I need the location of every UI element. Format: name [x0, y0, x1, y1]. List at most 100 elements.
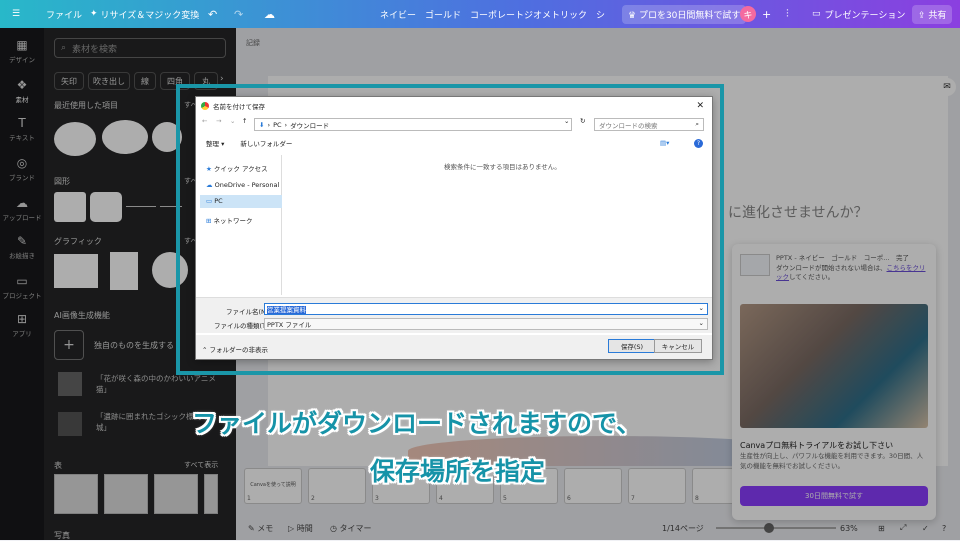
speech-bubble-shape[interactable]	[102, 120, 148, 154]
rail-text[interactable]: T テキスト	[0, 116, 44, 142]
nav-network[interactable]: ⊞ ネットワーク	[206, 215, 253, 225]
resize-label: リサイズ＆マジック変換	[100, 10, 200, 21]
table-template[interactable]	[204, 474, 218, 514]
square-shape[interactable]	[54, 192, 86, 222]
redo-icon[interactable]: ↷	[234, 0, 243, 28]
help-icon[interactable]: ?	[942, 524, 946, 533]
recent-dropdown-icon[interactable]: ⌄	[230, 117, 235, 125]
shapes-heading: 図形	[54, 177, 70, 186]
refresh-icon[interactable]: ↻	[580, 117, 585, 125]
comment-icon[interactable]: ✉	[938, 78, 956, 96]
zoom-level[interactable]: 63%	[840, 524, 858, 533]
memo-icon: ✎	[248, 523, 258, 533]
filetype-select[interactable]: PPTX ファイル ⌄	[264, 318, 708, 330]
graphics-heading: グラフィック	[54, 237, 102, 246]
breadcrumb-folder[interactable]: ダウンロード	[290, 120, 329, 130]
cloud-graphic[interactable]	[152, 252, 188, 288]
promo-headline: Canvaプロ無料トライアルをお試し下さい	[740, 441, 894, 450]
close-icon[interactable]: ✕	[696, 101, 704, 111]
slide-thumb-2[interactable]: 2	[308, 468, 366, 504]
filename-value[interactable]: 営業提案資料	[267, 306, 306, 314]
rounded-square-shape[interactable]	[90, 192, 122, 222]
share-button[interactable]: ⇪ 共有	[912, 0, 953, 28]
rail-design[interactable]: ▦ デザイン	[0, 38, 44, 64]
resize-button[interactable]: ✦ リサイズ＆マジック変換	[90, 0, 199, 28]
help-icon[interactable]: ?	[694, 138, 703, 148]
nav-quick-access[interactable]: ★ クイック アクセス	[206, 163, 268, 173]
tag-square[interactable]: 四角	[160, 72, 190, 90]
save-button[interactable]: 保存(S)	[608, 339, 656, 353]
new-folder-button[interactable]: 新しいフォルダー	[240, 138, 292, 148]
speech-bubble-shape[interactable]	[54, 122, 96, 156]
cloud-icon[interactable]: ☁	[264, 0, 275, 28]
rail-brand[interactable]: ◎ ブランド	[0, 156, 44, 182]
zoom-slider-knob[interactable]	[764, 523, 774, 533]
cta-text: に進化させませんか？	[728, 205, 868, 221]
line-shape[interactable]	[126, 206, 156, 207]
tag-speech[interactable]: 吹き出し	[88, 72, 130, 90]
chevron-up-icon: ⌃	[202, 346, 210, 354]
nav-pc[interactable]: ▭ PC	[200, 195, 282, 208]
trial-button[interactable]: ♛ プロを30日間無料で試す	[622, 0, 747, 28]
organize-button[interactable]: 整理 ▾	[206, 138, 224, 148]
nav-onedrive[interactable]: ☁ OneDrive - Personal	[206, 181, 279, 189]
ai-item-1[interactable]: 「花が咲く森の中のかわいいアニメ猫」	[96, 374, 216, 395]
menu-icon[interactable]: ☰	[12, 0, 20, 28]
forward-icon[interactable]: →	[216, 117, 221, 125]
table-see-all[interactable]: すべて表示	[184, 460, 218, 470]
up-icon[interactable]: ↑	[242, 117, 247, 125]
trial-cta-button[interactable]: 30日間無料で試す	[740, 486, 928, 506]
arrow-shape[interactable]	[160, 206, 182, 207]
hide-folders-toggle[interactable]: ⌃ フォルダーの非表示	[202, 344, 268, 354]
analytics-icon[interactable]: ⫶	[786, 0, 789, 28]
zoom-slider[interactable]	[716, 523, 836, 533]
tag-line[interactable]: 線	[134, 72, 156, 90]
search-input[interactable]: 素材を検索	[72, 42, 117, 55]
table-template[interactable]	[154, 474, 198, 514]
tags-next-icon[interactable]: ›	[220, 74, 224, 84]
speech-graphic[interactable]	[54, 254, 98, 288]
timer-button[interactable]: ◷ タイマー	[330, 523, 372, 534]
table-template[interactable]	[104, 474, 148, 514]
rail-apps[interactable]: ⊞ アプリ	[0, 312, 44, 338]
time-button[interactable]: ▷ 時間	[288, 523, 313, 534]
breadcrumb-pc[interactable]: PC	[273, 121, 281, 129]
table-template[interactable]	[54, 474, 98, 514]
address-bar[interactable]: ⬇ › PC › ダウンロード	[254, 118, 572, 131]
back-icon[interactable]: ←	[202, 117, 207, 125]
grid-view-icon[interactable]: ⊞	[878, 524, 885, 533]
cancel-button[interactable]: キャンセル	[654, 339, 702, 353]
tag-circle[interactable]: 丸	[194, 72, 218, 90]
ai-thumb[interactable]	[58, 372, 82, 396]
tag-arrow[interactable]: 矢印	[54, 72, 84, 90]
speech-graphic[interactable]	[110, 252, 138, 290]
rail-upload[interactable]: ☁ アップロード	[0, 196, 44, 222]
photo-heading: 写真	[54, 531, 70, 540]
rail-draw[interactable]: ✎ お絵描き	[0, 234, 44, 260]
fullscreen-icon[interactable]: ⤢	[900, 523, 906, 533]
rail-projects[interactable]: ▭ プロジェクト	[0, 274, 44, 300]
add-collaborator-icon[interactable]: +	[762, 0, 771, 28]
slide-thumb-6[interactable]: 6	[564, 468, 622, 504]
timer-label: タイマー	[339, 523, 372, 533]
cloud-icon: ☁	[206, 181, 215, 189]
rail-elements[interactable]: ❖ 素材	[0, 78, 44, 104]
present-button[interactable]: ▭ プレゼンテーション	[812, 0, 905, 28]
avatar-wrap[interactable]: キ	[740, 0, 756, 28]
ai-thumb[interactable]	[58, 412, 82, 436]
address-dropdown-icon[interactable]: ⌄	[564, 117, 569, 125]
speech-bubble-shape[interactable]	[152, 122, 182, 152]
dialog-search[interactable]: ダウンロードの検索 ⌕	[594, 118, 704, 131]
slide-thumb-7[interactable]: 7	[628, 468, 686, 504]
avatar[interactable]: キ	[740, 6, 756, 22]
slide-thumb-1[interactable]: Canvaを使って説明 1	[244, 468, 302, 504]
search-box[interactable]: ⌕ 素材を検索	[54, 38, 226, 58]
check-icon[interactable]: ✓	[922, 524, 929, 533]
undo-icon[interactable]: ↶	[208, 0, 217, 28]
view-options-icon[interactable]: ▤▾	[660, 139, 669, 147]
file-menu[interactable]: ファイル	[46, 0, 82, 28]
dialog-search-input[interactable]: ダウンロードの検索	[599, 120, 658, 130]
memo-button[interactable]: ✎ メモ	[248, 523, 273, 534]
filename-field[interactable]: 営業提案資料 ⌄	[264, 303, 708, 315]
document-title[interactable]: ネイビー ゴールド コーポレートジオメトリック シンプル...	[380, 0, 605, 28]
